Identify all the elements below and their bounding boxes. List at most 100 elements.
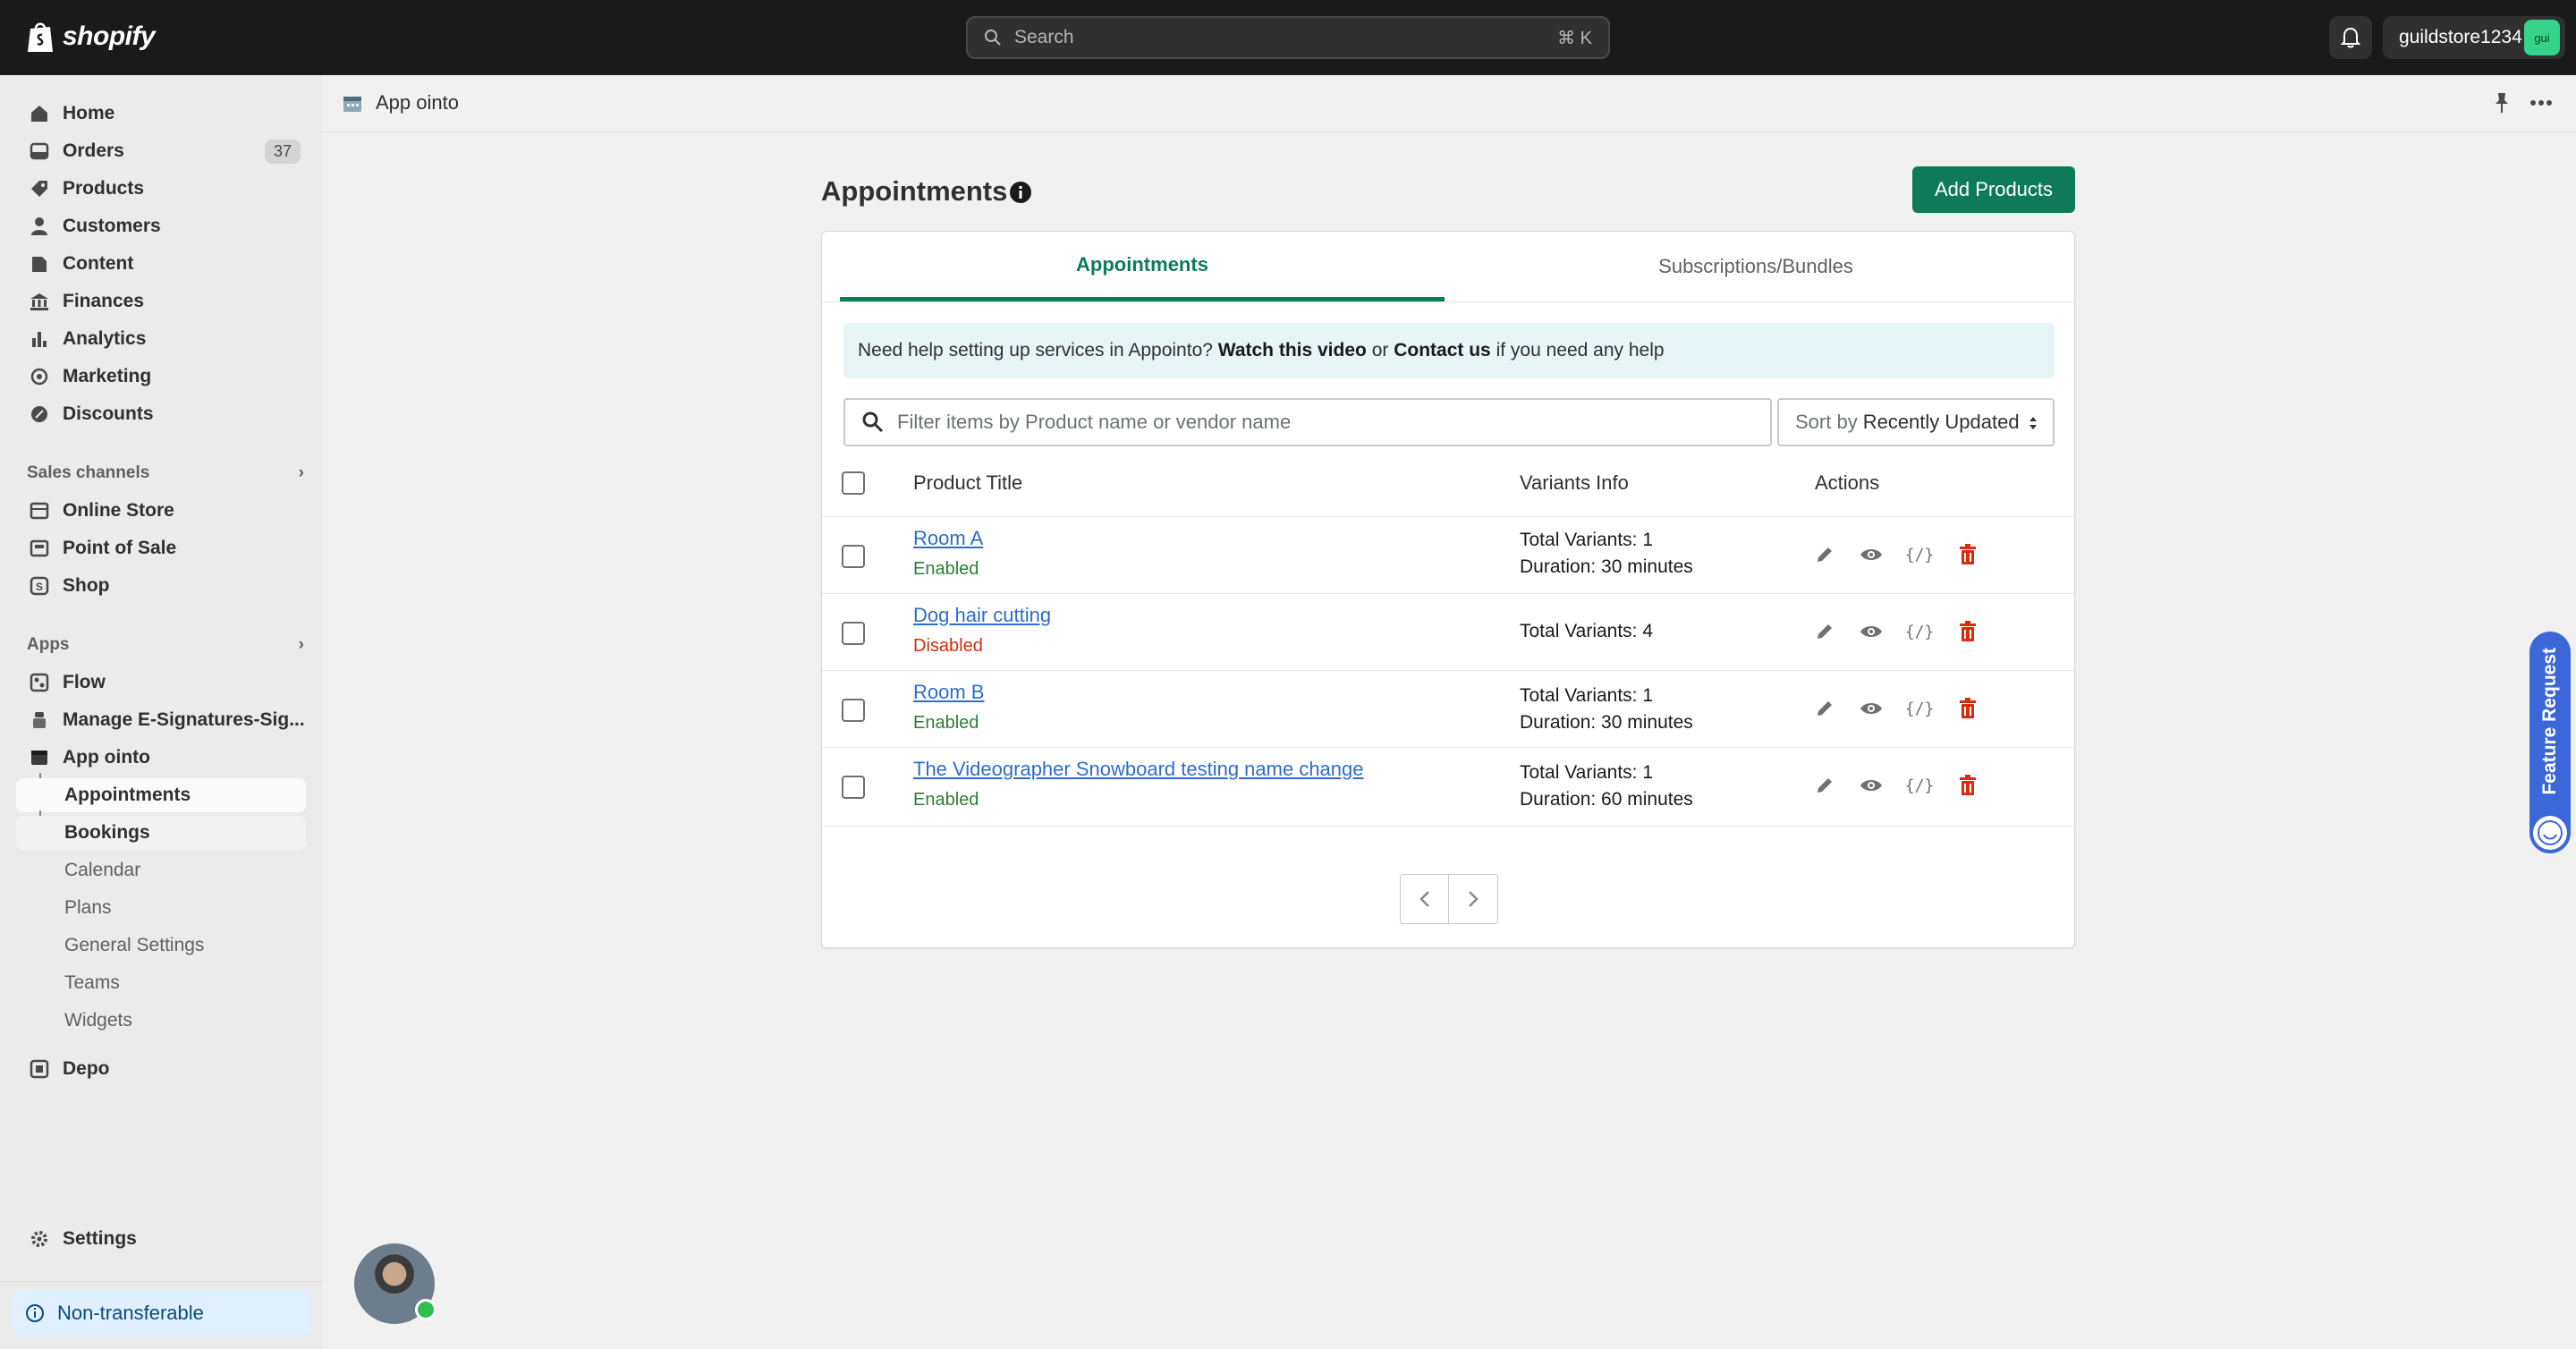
sidebar-item-label: Plans	[64, 897, 112, 918]
sidebar-item-teams[interactable]: Teams	[16, 966, 306, 1000]
pos-icon	[29, 538, 50, 559]
code-icon[interactable]: {/}	[1906, 618, 1933, 645]
sidebar-item-appointments[interactable]: Appointments	[16, 778, 306, 812]
help-middle: or	[1371, 340, 1389, 361]
sidebar-item-label: Flow	[63, 672, 106, 692]
eye-icon[interactable]	[1858, 772, 1885, 799]
pin-icon[interactable]	[2490, 89, 2513, 116]
content-icon	[29, 253, 50, 275]
row-divider	[822, 747, 2074, 748]
variants-count: Total Variants: 1	[1520, 685, 1654, 706]
sidebar-item-products[interactable]: Products	[16, 172, 306, 206]
sidebar-item-label: Discounts	[63, 403, 154, 424]
edit-icon[interactable]	[1811, 618, 1838, 645]
sidebar-item-online-store[interactable]: Online Store	[16, 494, 306, 528]
trash-icon[interactable]	[1954, 618, 1981, 645]
product-title-link[interactable]: Room A	[913, 527, 983, 550]
sidebar-item-e-signatures[interactable]: Manage E-Signatures-Sig...	[16, 703, 306, 737]
more-options-icon[interactable]	[2526, 89, 2556, 116]
sidebar-item-settings[interactable]: Settings	[16, 1222, 306, 1256]
sidebar-item-home[interactable]: Home	[16, 97, 306, 131]
watch-video-link[interactable]: Watch this video	[1218, 340, 1367, 361]
online-status-indicator	[415, 1299, 436, 1320]
contact-us-link[interactable]: Contact us	[1394, 340, 1491, 361]
eye-icon[interactable]	[1858, 541, 1885, 568]
sales-channels-header[interactable]: Sales channels ›	[27, 463, 304, 483]
search-input[interactable]: Search ⌘ K	[966, 16, 1610, 59]
apps-header[interactable]: Apps ›	[27, 635, 304, 655]
trash-icon[interactable]	[1954, 695, 1981, 722]
trash-icon[interactable]	[1954, 541, 1981, 568]
sidebar-item-flow[interactable]: Flow	[16, 666, 306, 700]
status-badge: Enabled	[913, 790, 979, 810]
row-checkbox[interactable]	[842, 699, 865, 722]
store-icon	[29, 500, 50, 522]
sidebar-item-bookings[interactable]: Bookings	[16, 816, 306, 850]
sidebar-item-point-of-sale[interactable]: Point of Sale	[16, 531, 306, 565]
discount-icon	[29, 403, 50, 425]
edit-icon[interactable]	[1811, 695, 1838, 722]
variants-info: Total Variants: 1 Duration: 60 minutes	[1520, 759, 1693, 813]
eye-icon[interactable]	[1858, 618, 1885, 645]
add-products-button[interactable]: Add Products	[1912, 166, 2075, 213]
eye-icon[interactable]	[1858, 695, 1885, 722]
home-icon	[29, 103, 50, 124]
person-icon	[29, 216, 50, 237]
next-page-button[interactable]	[1449, 875, 1497, 923]
column-header-variants-info: Variants Info	[1520, 471, 1629, 494]
sidebar-item-general-settings[interactable]: General Settings	[16, 929, 306, 963]
sidebar-item-calendar[interactable]: Calendar	[16, 853, 306, 887]
orders-count-badge: 37	[264, 139, 301, 164]
sidebar-item-app-ointo[interactable]: App ointo	[16, 741, 306, 775]
sidebar-item-widgets[interactable]: Widgets	[16, 1004, 306, 1038]
logo-text: shopify	[63, 21, 156, 51]
sidebar-item-discounts[interactable]: Discounts	[16, 397, 306, 431]
feature-request-tab[interactable]: Feature Request	[2529, 632, 2571, 853]
shop-icon: S	[29, 575, 50, 597]
sidebar-item-content[interactable]: Content	[16, 247, 306, 281]
status-badge: Disabled	[913, 636, 983, 656]
row-checkbox[interactable]	[842, 545, 865, 568]
row-checkbox[interactable]	[842, 776, 865, 799]
row-checkbox[interactable]	[842, 622, 865, 645]
shopify-logo[interactable]: shopify	[25, 20, 156, 54]
code-icon[interactable]: {/}	[1906, 541, 1933, 568]
sidebar: Home Orders 37 Products Customers Conten…	[0, 75, 322, 1349]
search-placeholder: Search	[1014, 27, 1074, 47]
row-divider	[822, 593, 2074, 594]
help-banner: Need help setting up services in Appoint…	[843, 323, 2055, 378]
sidebar-item-label: Manage E-Signatures-Sig...	[63, 709, 305, 730]
store-menu-button[interactable]: guildstore1234 gui	[2383, 16, 2565, 59]
previous-page-button[interactable]	[1401, 875, 1449, 923]
product-title-link[interactable]: The Videographer Snowboard testing name …	[913, 758, 1364, 781]
code-icon[interactable]: {/}	[1906, 695, 1933, 722]
tab-subscriptions-bundles[interactable]: Subscriptions/Bundles	[1453, 232, 2058, 301]
sort-select[interactable]: Sort by Recently Updated	[1777, 398, 2055, 446]
info-icon[interactable]	[1009, 181, 1032, 204]
sidebar-item-analytics[interactable]: Analytics	[16, 322, 306, 356]
sidebar-item-finances[interactable]: Finances	[16, 284, 306, 318]
sidebar-item-customers[interactable]: Customers	[16, 209, 306, 243]
edit-icon[interactable]	[1811, 541, 1838, 568]
notifications-button[interactable]	[2329, 16, 2372, 59]
edit-icon[interactable]	[1811, 772, 1838, 799]
chevron-right-icon	[1469, 891, 1479, 907]
sidebar-item-plans[interactable]: Plans	[16, 891, 306, 925]
user-avatar[interactable]	[354, 1243, 436, 1324]
product-title-link[interactable]: Dog hair cutting	[913, 604, 1051, 627]
non-transferable-banner[interactable]: Non-transferable	[11, 1290, 311, 1336]
sidebar-item-depo[interactable]: Depo	[16, 1052, 306, 1086]
trash-icon[interactable]	[1954, 772, 1981, 799]
sidebar-item-marketing[interactable]: Marketing	[16, 360, 306, 394]
column-header-product-title: Product Title	[913, 471, 1023, 494]
select-all-checkbox[interactable]	[842, 471, 865, 495]
filter-input[interactable]: Filter items by Product name or vendor n…	[843, 398, 1772, 446]
product-title-link[interactable]: Room B	[913, 681, 984, 704]
tab-appointments[interactable]: Appointments	[840, 232, 1445, 301]
sort-label: Sort by	[1795, 411, 1858, 433]
sidebar-item-label: Home	[63, 103, 115, 123]
store-avatar: gui	[2524, 20, 2560, 55]
sidebar-item-orders[interactable]: Orders 37	[16, 134, 306, 168]
code-icon[interactable]: {/}	[1906, 772, 1933, 799]
sidebar-item-shop[interactable]: S Shop	[16, 569, 306, 603]
